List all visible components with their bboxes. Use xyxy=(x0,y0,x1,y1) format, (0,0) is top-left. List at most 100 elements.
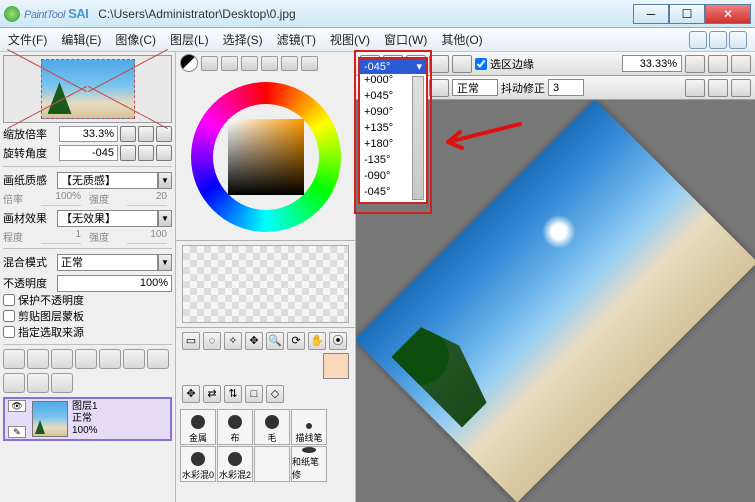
brush-preset[interactable]: 布 xyxy=(217,409,253,445)
zoom-out-button[interactable] xyxy=(685,55,705,73)
color-mode-button[interactable] xyxy=(221,56,238,71)
invert-button[interactable] xyxy=(429,55,449,73)
toolbar-button[interactable] xyxy=(685,79,705,97)
chevron-down-icon[interactable]: ▼ xyxy=(158,254,172,271)
swatches-panel[interactable] xyxy=(182,245,349,323)
color-mode-button[interactable] xyxy=(281,56,298,71)
close-button[interactable]: ✕ xyxy=(705,4,751,24)
rotation-dropdown[interactable]: -045° ▾ +000° +045° +090° +135° +180° -1… xyxy=(358,57,428,204)
brush-presets: 金属 布 毛 描线笔 水彩混0 水彩混2 和纸笔修 xyxy=(176,407,355,484)
menu-other[interactable]: 其他(O) xyxy=(441,31,482,48)
menu-window[interactable]: 窗口(W) xyxy=(384,31,427,48)
brush-preset[interactable]: 金属 xyxy=(180,409,216,445)
lasso-tool[interactable]: ◌ xyxy=(203,332,221,350)
eyedropper-tool[interactable]: ⦿ xyxy=(329,332,347,350)
rotate-left-button[interactable] xyxy=(120,145,136,161)
tex-strength-value[interactable]: 20 xyxy=(127,191,167,206)
menu-file[interactable]: 文件(F) xyxy=(8,31,47,48)
color-square[interactable] xyxy=(228,119,304,195)
chevron-down-icon[interactable]: ▼ xyxy=(158,210,172,227)
flatten-button[interactable] xyxy=(27,373,49,393)
rotate-right-button[interactable] xyxy=(138,145,154,161)
blend-mode-field[interactable]: 正常 xyxy=(452,79,498,96)
menu-filter[interactable]: 滤镜(T) xyxy=(277,31,316,48)
jitter-field[interactable]: 3 xyxy=(548,79,584,96)
layer-action-button[interactable] xyxy=(99,349,121,369)
transform-tool[interactable]: □ xyxy=(245,385,263,403)
menu-view[interactable]: 视图(V) xyxy=(330,31,370,48)
scrollbar[interactable] xyxy=(412,76,424,200)
move-tool[interactable]: ✥ xyxy=(182,385,200,403)
blend-select[interactable]: 正常 xyxy=(57,254,158,271)
minimize-button[interactable]: ─ xyxy=(633,4,669,24)
menu-select[interactable]: 选择(S) xyxy=(223,31,263,48)
menu-image[interactable]: 图像(C) xyxy=(115,31,156,48)
clip-mask-checkbox[interactable] xyxy=(3,310,15,322)
zoom-fit-button[interactable] xyxy=(731,55,751,73)
color-mode-button[interactable] xyxy=(201,56,218,71)
color-mode-button[interactable] xyxy=(261,56,278,71)
menu-edit[interactable]: 编辑(E) xyxy=(61,31,101,48)
layer-item[interactable]: 👁 ✎ 图层1 正常 100% xyxy=(3,397,172,441)
brush-preset[interactable]: 水彩混2 xyxy=(217,446,253,482)
tex-scale-value[interactable]: 100% xyxy=(41,191,81,206)
panel-toggle-button[interactable] xyxy=(689,31,707,49)
merge-down-button[interactable] xyxy=(3,373,25,393)
selection-edge-checkbox[interactable] xyxy=(475,58,487,70)
chevron-down-icon[interactable]: ▾ xyxy=(416,60,422,73)
flip-button[interactable] xyxy=(429,79,449,97)
color-wheel[interactable] xyxy=(191,82,341,232)
new-folder-button[interactable] xyxy=(51,349,73,369)
navigator-thumbnail[interactable] xyxy=(3,55,172,123)
zoom-value[interactable]: 33.3% xyxy=(59,126,118,142)
toolbar-button[interactable] xyxy=(708,79,728,97)
current-color-swatch[interactable] xyxy=(323,353,349,379)
panel-toggle-button[interactable] xyxy=(729,31,747,49)
zoom-in-button[interactable] xyxy=(708,55,728,73)
select-rect-tool[interactable]: ▭ xyxy=(182,332,200,350)
zoom-percent-field[interactable]: 33.33% xyxy=(622,55,682,72)
brush-preset[interactable]: 水彩混0 xyxy=(180,446,216,482)
texture-select[interactable]: 【无质感】 xyxy=(57,172,158,189)
clear-layer-button[interactable] xyxy=(147,349,169,369)
layer-action-button[interactable] xyxy=(75,349,97,369)
color-mode-button[interactable] xyxy=(241,56,258,71)
flip-h-tool[interactable]: ⇄ xyxy=(203,385,221,403)
select-source-checkbox[interactable] xyxy=(3,326,15,338)
maximize-button[interactable]: ☐ xyxy=(669,4,705,24)
show-sel-button[interactable] xyxy=(452,55,472,73)
protect-opacity-checkbox[interactable] xyxy=(3,294,15,306)
brush-preset[interactable]: 毛 xyxy=(254,409,290,445)
zoom-reset-button[interactable] xyxy=(156,126,172,142)
move-tool[interactable]: ✥ xyxy=(245,332,263,350)
toolbar-button[interactable] xyxy=(731,79,751,97)
fg-bg-swatch-icon[interactable] xyxy=(180,54,198,72)
visibility-icon[interactable]: 👁 xyxy=(8,400,26,412)
new-linework-button[interactable] xyxy=(27,349,49,369)
effect-degree-value[interactable]: 1 xyxy=(41,229,81,244)
layer-mask-button[interactable] xyxy=(51,373,73,393)
opacity-value[interactable]: 100% xyxy=(57,275,172,292)
new-layer-button[interactable] xyxy=(3,349,25,369)
rotate-value[interactable]: -045 xyxy=(59,145,118,161)
color-mode-button[interactable] xyxy=(301,56,318,71)
rotate-tool[interactable]: ⟳ xyxy=(287,332,305,350)
brush-preset[interactable]: 和纸笔修 xyxy=(291,446,327,482)
menu-layer[interactable]: 图层(L) xyxy=(170,31,209,48)
zoom-in-button[interactable] xyxy=(138,126,154,142)
rotate-reset-button[interactable] xyxy=(156,145,172,161)
delete-layer-button[interactable] xyxy=(123,349,145,369)
transform-tool[interactable]: ◇ xyxy=(266,385,284,403)
brush-preset[interactable]: 描线笔 xyxy=(291,409,327,445)
effect-select[interactable]: 【无效果】 xyxy=(57,210,158,227)
brush-preset[interactable] xyxy=(254,446,290,482)
flip-v-tool[interactable]: ⇅ xyxy=(224,385,242,403)
edit-layer-icon[interactable]: ✎ xyxy=(8,426,26,438)
panel-toggle-button[interactable] xyxy=(709,31,727,49)
zoom-out-button[interactable] xyxy=(120,126,136,142)
hand-tool[interactable]: ✋ xyxy=(308,332,326,350)
magic-wand-tool[interactable]: ✧ xyxy=(224,332,242,350)
zoom-tool[interactable]: 🔍 xyxy=(266,332,284,350)
chevron-down-icon[interactable]: ▼ xyxy=(158,172,172,189)
effect-strength-value[interactable]: 100 xyxy=(127,229,167,244)
